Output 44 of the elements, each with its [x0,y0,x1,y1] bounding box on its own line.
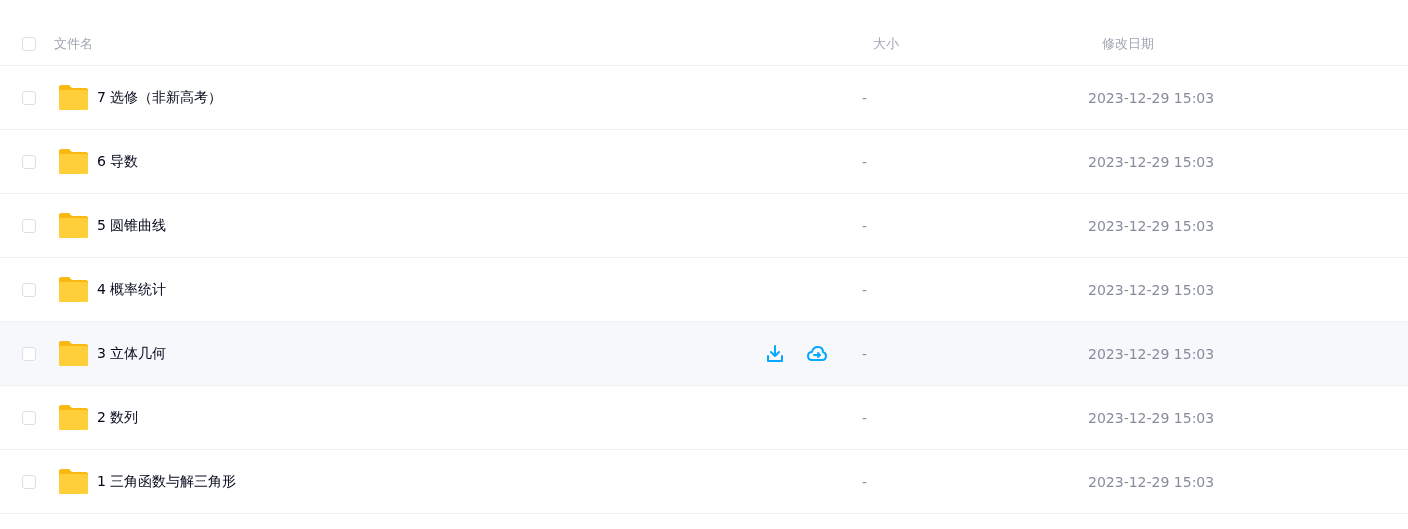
row-checkbox[interactable] [22,474,36,489]
file-name[interactable]: 2 数列 [97,408,139,427]
file-size: - [862,153,868,170]
folder-icon [58,212,89,239]
file-row[interactable]: 5 圆锥曲线 - 2023-12-29 15:03 [0,194,1408,258]
file-name[interactable]: 1 三角函数与解三角形 [97,472,237,491]
folder-icon [58,276,89,303]
select-all-checkbox[interactable] [22,36,36,51]
row-checkbox[interactable] [22,218,36,233]
file-size: - [862,217,868,234]
file-row[interactable]: 7 选修（非新高考） - 2023-12-29 15:03 [0,66,1408,130]
file-name[interactable]: 5 圆锥曲线 [97,216,167,235]
row-checkbox[interactable] [22,154,36,169]
row-checkbox[interactable] [22,346,36,361]
modified-date: 2023-12-29 15:03 [1088,345,1215,362]
folder-icon [58,84,89,111]
download-icon[interactable] [765,343,785,364]
file-row[interactable]: 1 三角函数与解三角形 - 2023-12-29 15:03 [0,450,1408,514]
file-name[interactable]: 7 选修（非新高考） [97,88,223,107]
row-checkbox[interactable] [22,282,36,297]
modified-date: 2023-12-29 15:03 [1088,89,1215,106]
modified-date: 2023-12-29 15:03 [1088,153,1215,170]
file-name[interactable]: 3 立体几何 [97,344,167,363]
modified-date: 2023-12-29 15:03 [1088,409,1215,426]
folder-icon [58,468,89,495]
file-name[interactable]: 4 概率统计 [97,280,167,299]
modified-date: 2023-12-29 15:03 [1088,217,1215,234]
folder-icon [58,148,89,175]
row-checkbox[interactable] [22,410,36,425]
row-checkbox[interactable] [22,90,36,105]
modified-date: 2023-12-29 15:03 [1088,473,1215,490]
file-size: - [862,345,868,362]
cloud-save-icon[interactable] [807,343,827,364]
file-name[interactable]: 6 导数 [97,152,139,171]
file-size: - [862,281,868,298]
file-row[interactable]: 2 数列 - 2023-12-29 15:03 [0,386,1408,450]
modified-date: 2023-12-29 15:03 [1088,281,1215,298]
file-size: - [862,473,868,490]
file-row[interactable]: 3 立体几何 - 2023-12-29 15:03 [0,322,1408,386]
file-size: - [862,89,868,106]
file-row[interactable]: 6 导数 - 2023-12-29 15:03 [0,130,1408,194]
folder-icon [58,340,89,367]
file-size: - [862,409,868,426]
folder-icon [58,404,89,431]
